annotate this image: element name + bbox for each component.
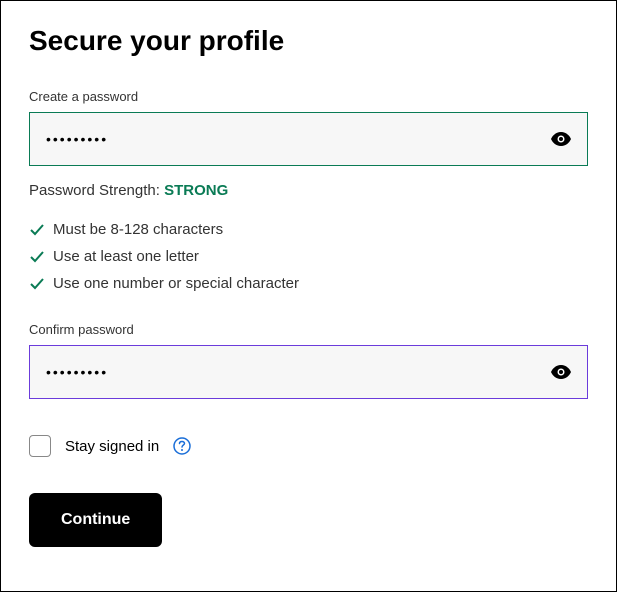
requirement-text: Use one number or special character bbox=[53, 275, 299, 292]
stay-signed-in-label: Stay signed in bbox=[65, 438, 159, 455]
password-strength: Password Strength: STRONG bbox=[29, 182, 588, 199]
stay-signed-in-checkbox[interactable] bbox=[29, 435, 51, 457]
confirm-password-label: Confirm password bbox=[29, 322, 588, 337]
eye-icon[interactable] bbox=[551, 365, 571, 379]
requirement-item: Use one number or special character bbox=[29, 275, 588, 292]
create-password-label: Create a password bbox=[29, 89, 588, 104]
help-icon[interactable] bbox=[173, 437, 191, 455]
confirm-password-input[interactable] bbox=[30, 346, 587, 398]
confirm-password-section: Confirm password bbox=[29, 322, 588, 399]
create-password-section: Create a password bbox=[29, 89, 588, 166]
continue-button[interactable]: Continue bbox=[29, 493, 162, 547]
create-password-wrapper bbox=[29, 112, 588, 166]
check-icon bbox=[29, 276, 45, 292]
requirement-text: Must be 8-128 characters bbox=[53, 221, 223, 238]
strength-value: STRONG bbox=[164, 182, 228, 199]
eye-icon[interactable] bbox=[551, 132, 571, 146]
create-password-input[interactable] bbox=[30, 113, 587, 165]
check-icon bbox=[29, 249, 45, 265]
requirement-item: Use at least one letter bbox=[29, 248, 588, 265]
page-title: Secure your profile bbox=[29, 25, 588, 57]
confirm-password-wrapper bbox=[29, 345, 588, 399]
password-requirements: Must be 8-128 characters Use at least on… bbox=[29, 221, 588, 292]
check-icon bbox=[29, 222, 45, 238]
strength-label: Password Strength: bbox=[29, 182, 164, 199]
requirement-item: Must be 8-128 characters bbox=[29, 221, 588, 238]
requirement-text: Use at least one letter bbox=[53, 248, 199, 265]
stay-signed-in-row: Stay signed in bbox=[29, 435, 588, 457]
